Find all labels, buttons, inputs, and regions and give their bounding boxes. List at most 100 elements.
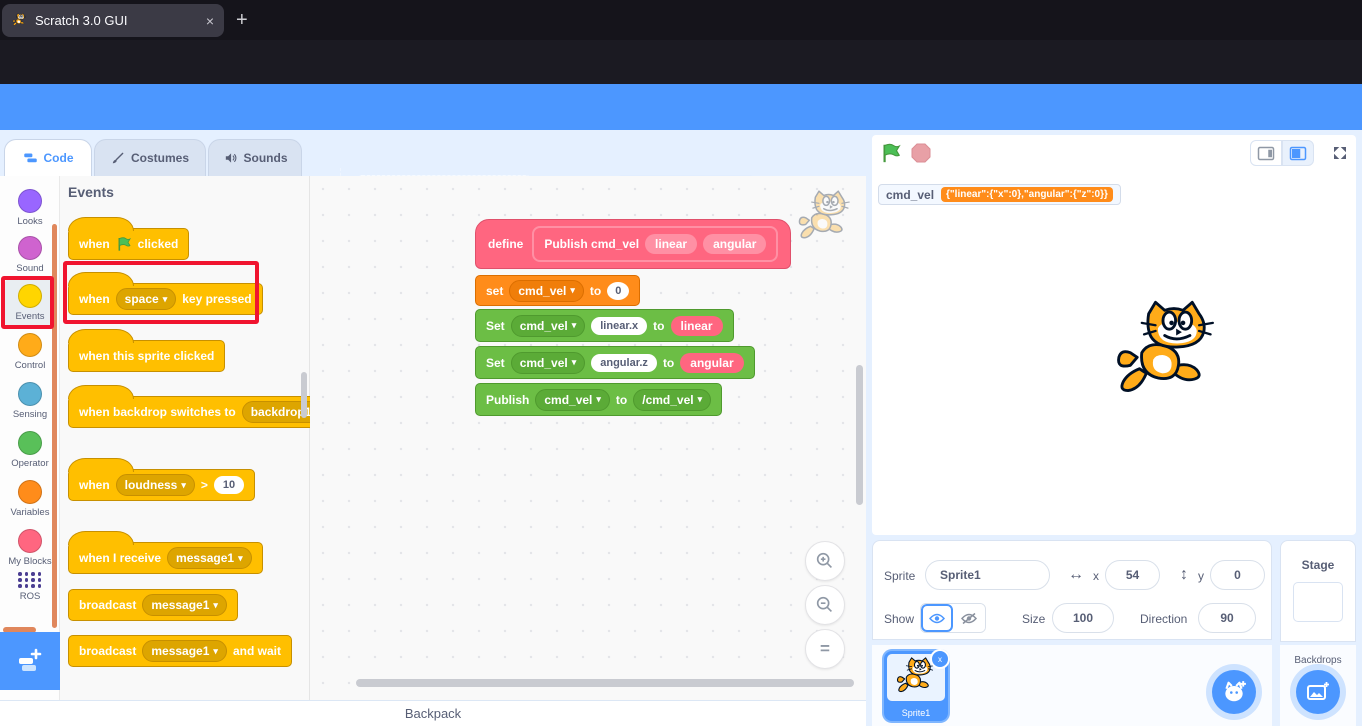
y-position-icon: ↕	[1180, 566, 1188, 584]
tab-close-icon[interactable]: ×	[206, 13, 214, 29]
block-set-linear-x[interactable]: Set cmd_vel linear.x to linear	[475, 309, 734, 342]
ros-dots-icon	[18, 572, 42, 588]
stop-button[interactable]	[911, 143, 931, 163]
sprite-card-sprite1[interactable]: Sprite1 x	[884, 651, 948, 721]
add-extension-icon	[16, 647, 44, 675]
zoom-in-button[interactable]	[805, 541, 845, 581]
control-circle-icon	[18, 333, 42, 357]
broadcast-message-dropdown[interactable]: message1	[142, 594, 227, 616]
show-visible-button[interactable]	[921, 604, 953, 632]
code-scrollbar-horizontal[interactable]	[356, 679, 854, 687]
sprite-card-name: Sprite1	[884, 708, 948, 718]
backdrop-thumbnail[interactable]	[1293, 582, 1343, 622]
sidebar-item-sound[interactable]: Sound	[0, 236, 60, 274]
add-backdrop-button[interactable]	[1296, 670, 1340, 714]
sidebar-item-ros[interactable]: ROS	[0, 572, 60, 602]
block-broadcast[interactable]: broadcast message1	[68, 589, 238, 621]
add-extension-button[interactable]	[0, 632, 60, 690]
block-when-loudness[interactable]: when loudness > 10	[68, 469, 255, 501]
block-set-variable[interactable]: set cmd_vel to 0	[475, 275, 640, 306]
tab-sounds[interactable]: Sounds	[208, 139, 302, 176]
green-flag-icon	[116, 236, 132, 252]
cmdvel-dropdown[interactable]: cmd_vel	[511, 352, 586, 374]
y-label: y	[1198, 569, 1204, 583]
field-linear-x[interactable]: linear.x	[591, 317, 647, 335]
code-scrollbar-vertical[interactable]	[856, 365, 863, 505]
tab-costumes[interactable]: Costumes	[94, 139, 206, 176]
large-stage-button[interactable]	[1282, 140, 1314, 166]
size-label: Size	[1022, 612, 1045, 626]
direction-input[interactable]	[1198, 603, 1256, 633]
tab-code[interactable]: Code	[4, 139, 92, 176]
sidebar-item-sensing[interactable]: Sensing	[0, 382, 60, 420]
define-arg-angular: angular	[703, 234, 766, 254]
sounds-speaker-icon	[223, 151, 238, 165]
delete-sprite-badge[interactable]: x	[930, 649, 950, 669]
set-value-input[interactable]: 0	[607, 282, 629, 300]
block-set-angular-z[interactable]: Set cmd_vel angular.z to angular	[475, 346, 755, 379]
variables-circle-icon	[18, 480, 42, 504]
costumes-brush-icon	[111, 151, 125, 165]
sprite-watermark-cat	[796, 190, 854, 248]
looks-circle-icon	[18, 189, 42, 213]
zoom-reset-button[interactable]: =	[805, 629, 845, 669]
block-when-i-receive[interactable]: when I receive message1	[68, 542, 263, 574]
monitor-label: cmd_vel	[886, 188, 934, 202]
annotation-box-events-category	[1, 276, 54, 329]
block-broadcast-and-wait[interactable]: broadcast message1 and wait	[68, 635, 292, 667]
sound-circle-icon	[18, 236, 42, 260]
block-when-flag-clicked[interactable]: when clicked	[68, 228, 189, 260]
stage-selector-title: Stage	[1280, 558, 1356, 572]
add-backdrop-icon	[1306, 680, 1330, 704]
small-stage-button[interactable]	[1250, 140, 1282, 166]
block-when-backdrop-switches[interactable]: when backdrop switches to backdrop1	[68, 396, 340, 428]
loudness-value-input[interactable]: 10	[214, 476, 244, 494]
arg-linear[interactable]: linear	[671, 316, 723, 336]
block-when-sprite-clicked[interactable]: when this sprite clicked	[68, 340, 225, 372]
block-define-publish-cmdvel[interactable]: define Publish cmd_vel linear angular	[475, 219, 791, 269]
browser-tab[interactable]: Scratch 3.0 GUI ×	[2, 4, 224, 37]
cmdvel-dropdown[interactable]: cmd_vel	[511, 315, 586, 337]
variable-monitor-cmdvel[interactable]: cmd_vel {"linear":{"x":0},"angular":{"z"…	[878, 184, 1121, 205]
sidebar-item-looks[interactable]: Looks	[0, 189, 60, 227]
loudness-dropdown[interactable]: loudness	[116, 474, 195, 496]
variable-dropdown[interactable]: cmd_vel	[509, 280, 584, 302]
fullscreen-button[interactable]	[1324, 140, 1356, 166]
sidebar-item-myblocks[interactable]: My Blocks	[0, 529, 60, 567]
cmdvel-dropdown[interactable]: cmd_vel	[535, 389, 610, 411]
broadcast-wait-message-dropdown[interactable]: message1	[142, 640, 227, 662]
arg-angular[interactable]: angular	[680, 353, 743, 373]
stage-sprite-cat[interactable]	[1112, 300, 1222, 410]
topic-dropdown[interactable]: /cmd_vel	[633, 389, 711, 411]
annotation-box-when-key-block	[63, 261, 259, 324]
show-hidden-button[interactable]	[953, 604, 985, 632]
add-sprite-button[interactable]	[1212, 670, 1256, 714]
field-angular-z[interactable]: angular.z	[591, 354, 657, 372]
sidebar-item-variables[interactable]: Variables	[0, 480, 60, 518]
palette-scrollbar[interactable]	[301, 372, 307, 418]
new-tab-button[interactable]: +	[236, 8, 248, 32]
eye-icon	[929, 612, 945, 625]
browser-toolbar: ← → scratch3-ros.jsk.imi.i.u-tokyo.ac.jp	[0, 40, 1362, 84]
green-flag-button[interactable]	[880, 142, 902, 164]
browser-tab-strip: Scratch 3.0 GUI × +	[0, 0, 1362, 40]
define-prototype: Publish cmd_vel linear angular	[532, 226, 778, 262]
sidebar-item-operator[interactable]: Operator	[0, 431, 60, 469]
fullscreen-arrows-icon	[1331, 144, 1349, 162]
show-toggle-group	[920, 603, 986, 633]
block-publish-cmdvel[interactable]: Publish cmd_vel to /cmd_vel	[475, 383, 722, 416]
add-backdrop-halo	[1290, 664, 1346, 720]
sprite-name-input[interactable]	[925, 560, 1050, 590]
tab-favicon-cat-icon	[12, 13, 27, 28]
backpack-bar[interactable]: Backpack	[0, 700, 866, 726]
x-input[interactable]	[1105, 560, 1160, 590]
y-input[interactable]	[1210, 560, 1265, 590]
x-position-icon: ↔	[1068, 566, 1084, 584]
size-input[interactable]	[1052, 603, 1114, 633]
message-dropdown[interactable]: message1	[167, 547, 252, 569]
eye-slash-icon	[961, 612, 977, 625]
zoom-out-button[interactable]	[805, 585, 845, 625]
sidebar-item-control[interactable]: Control	[0, 333, 60, 371]
operator-circle-icon	[18, 431, 42, 455]
myblocks-circle-icon	[18, 529, 42, 553]
